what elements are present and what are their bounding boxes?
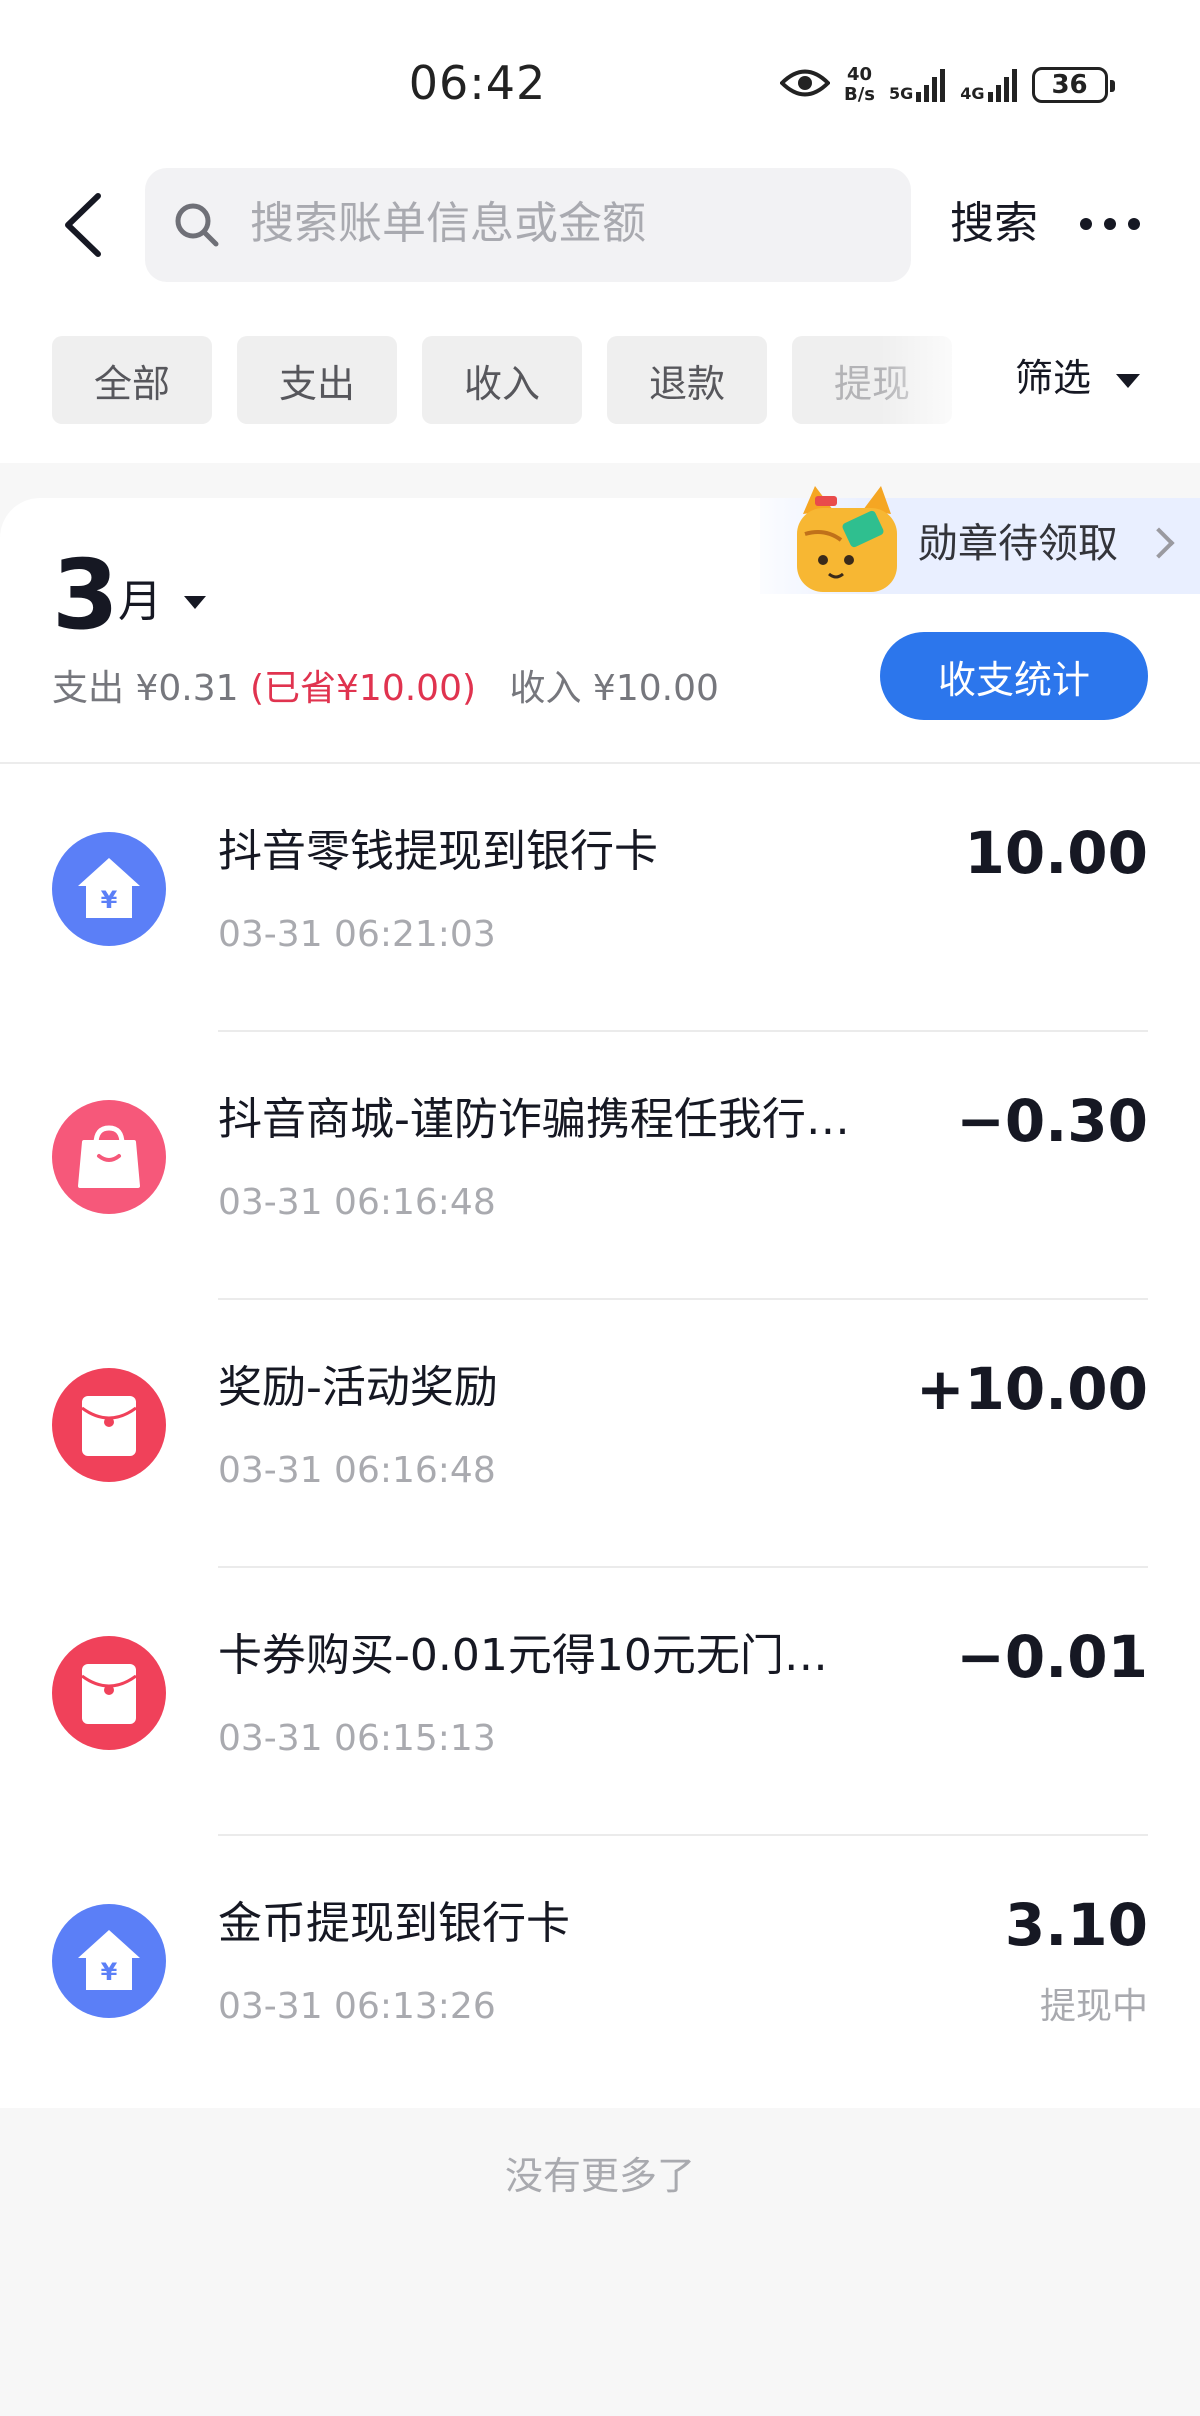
divider [218, 1030, 1148, 1032]
divider [218, 1834, 1148, 1836]
no-more-footer: 没有更多了 [504, 2154, 695, 2198]
transaction-time: 03-31 06:16:48 [218, 1182, 496, 1223]
transaction-title[interactable]: 卡券购买-0.01元得10元无门… [218, 1626, 828, 1686]
chip-income[interactable]: 收入 [422, 336, 582, 424]
chip-refund[interactable]: 退款 [607, 336, 767, 424]
stats-button[interactable]: 收支统计 [880, 632, 1148, 720]
signal-4g: 4G [960, 68, 1017, 102]
divider [218, 1566, 1148, 1568]
svg-text:¥: ¥ [101, 1958, 118, 1986]
divider [218, 1298, 1148, 1300]
search-icon [172, 200, 222, 254]
transaction-time: 03-31 06:21:03 [218, 914, 496, 955]
signal-bars-icon [987, 69, 1017, 102]
income-summary: 收入 ¥10.00 [509, 668, 719, 709]
signal-5g: 5G [889, 68, 946, 102]
chip-expense[interactable]: 支出 [237, 336, 397, 424]
transaction-amount: −0.30 [956, 1087, 1148, 1155]
filter-button[interactable]: 筛选 [1015, 350, 1091, 406]
withdraw-house-icon: ¥ [52, 832, 166, 946]
search-placeholder: 搜索账单信息或金额 [250, 198, 646, 249]
net-speed: 40 B/s [844, 65, 875, 105]
net-speed-unit: B/s [844, 84, 876, 105]
divider [0, 762, 1200, 764]
status-icons: 40 B/s 5G 4G 36 [779, 60, 1115, 110]
chip-all[interactable]: 全部 [52, 336, 212, 424]
filter-caret-icon [1116, 374, 1140, 388]
transaction-title[interactable]: 抖音商城-谨防诈骗携程任我行… [218, 1090, 850, 1150]
transaction-amount: −0.01 [956, 1623, 1148, 1691]
bill-card [0, 498, 1200, 2108]
expense-summary: 支出 ¥0.31 [52, 668, 239, 709]
transaction-amount: +10.00 [915, 1355, 1148, 1423]
badge-text[interactable]: 勋章待领取 [918, 516, 1118, 572]
month-unit[interactable]: 月 [118, 572, 162, 632]
transaction-status: 提现中 [1039, 1986, 1148, 2027]
more-icon[interactable] [1078, 214, 1142, 238]
cat-mascot-icon [785, 484, 911, 600]
red-envelope-icon [52, 1636, 166, 1750]
signal-bars-icon [916, 69, 946, 102]
search-button[interactable]: 搜索 [950, 196, 1038, 252]
transaction-amount: 3.10 [1004, 1891, 1148, 1959]
transaction-time: 03-31 06:13:26 [218, 1986, 496, 2027]
eye-icon [779, 68, 831, 102]
transaction-title[interactable]: 抖音零钱提现到银行卡 [218, 822, 658, 882]
withdraw-house-icon: ¥ [52, 1904, 166, 2018]
transaction-title[interactable]: 奖励-活动奖励 [218, 1358, 498, 1418]
transaction-amount: 10.00 [964, 819, 1148, 887]
transaction-time: 03-31 06:16:48 [218, 1450, 496, 1491]
chip-fade [880, 330, 990, 430]
month-summary: 支出 ¥0.31 (已省¥10.00) 收入 ¥10.00 [52, 664, 719, 714]
shopping-bag-icon [52, 1100, 166, 1214]
month-number[interactable]: 3 [52, 540, 119, 650]
saved-summary: (已省¥10.00) [249, 668, 477, 709]
back-icon[interactable] [60, 190, 106, 264]
signal-4g-label: 4G [960, 84, 985, 103]
transaction-time: 03-31 06:15:13 [218, 1718, 496, 1759]
battery-icon: 36 [1031, 67, 1115, 103]
net-speed-value: 40 [846, 64, 873, 85]
month-dropdown-icon[interactable] [184, 596, 206, 609]
svg-text:¥: ¥ [101, 886, 118, 914]
signal-5g-label: 5G [889, 84, 914, 103]
red-envelope-icon [52, 1368, 166, 1482]
transaction-title[interactable]: 金币提现到银行卡 [218, 1894, 570, 1954]
